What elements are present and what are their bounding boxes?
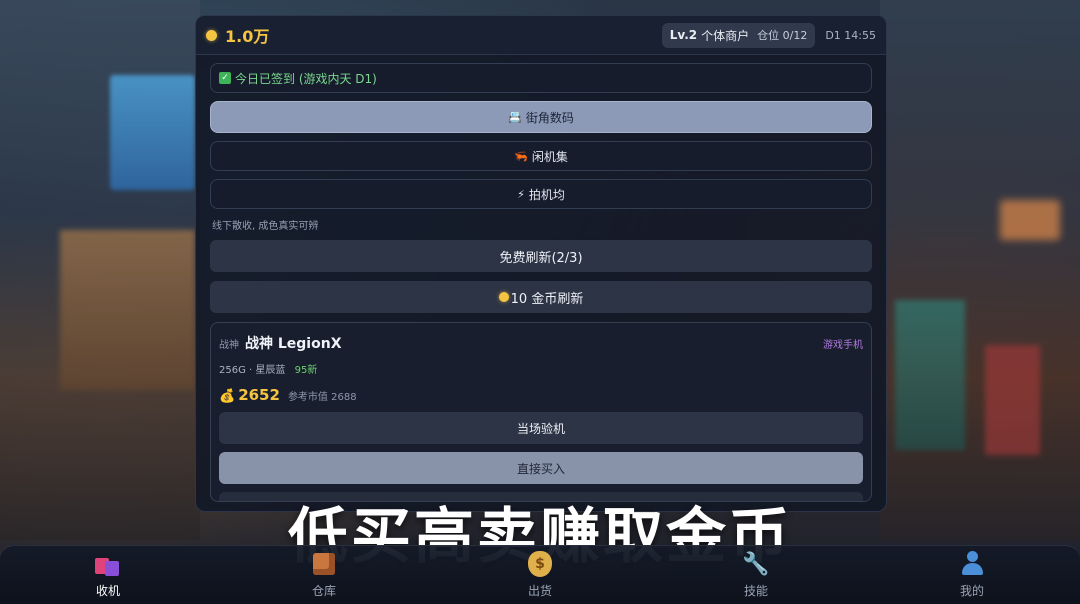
item-card: 战神 战神 LegionX 游戏手机 256G · 星辰蓝 95新 💰 2652… bbox=[210, 322, 872, 502]
paid-refresh-label: 10 金币刷新 bbox=[510, 291, 584, 307]
coin-icon bbox=[206, 29, 217, 41]
item-color: 星辰蓝 bbox=[255, 365, 286, 376]
item-name: 战神 LegionX bbox=[245, 336, 342, 352]
market-hint: 线下散收, 成色真实可辨 bbox=[212, 221, 319, 232]
nav-item-skills[interactable]: 🔧 技能 bbox=[648, 546, 864, 604]
paid-refresh-button[interactable]: 10 金币刷新 bbox=[210, 281, 872, 313]
checkin-text: 今日已签到 (游戏内天 D1) bbox=[235, 71, 377, 86]
checkin-banner: ✓ 今日已签到 (游戏内天 D1) bbox=[210, 63, 872, 93]
reference-price: 参考市值 2688 bbox=[287, 392, 357, 403]
nav-label: 出货 bbox=[527, 584, 552, 598]
bottom-nav: 收机 仓库 $ 出货 🔧 技能 我的 bbox=[0, 545, 1080, 604]
background-mailbox bbox=[985, 345, 1040, 455]
nav-item-profile[interactable]: 我的 bbox=[864, 546, 1080, 604]
level-badge: Lv.2 个体商户 仓位 0/12 bbox=[661, 22, 816, 48]
money-bag-icon: 💰 bbox=[219, 389, 236, 404]
free-refresh-button[interactable]: 免费刷新(2/3) bbox=[210, 240, 872, 272]
market-tab-label: 街角数码 bbox=[525, 110, 574, 125]
item-category: 游戏手机 bbox=[823, 339, 863, 351]
background-shop-window bbox=[60, 230, 195, 390]
market-tab-idle-market[interactable]: 🦐 闲机集 bbox=[210, 141, 872, 171]
warehouse-slots: 仓位 0/12 bbox=[757, 29, 808, 42]
item-brand: 战神 bbox=[219, 339, 239, 351]
money-bag-icon: $ bbox=[526, 550, 554, 578]
background-atm bbox=[895, 300, 965, 450]
market-tab-label: 闲机集 bbox=[531, 149, 568, 164]
nav-label: 我的 bbox=[959, 584, 984, 598]
inspect-button[interactable]: 当场验机 bbox=[219, 412, 863, 444]
background-lamp bbox=[1000, 200, 1060, 240]
package-icon bbox=[310, 550, 338, 578]
item-specs: 256G · 星辰蓝 95新 bbox=[219, 361, 863, 376]
coin-icon bbox=[498, 292, 509, 302]
nav-label: 仓库 bbox=[311, 584, 336, 598]
item-storage: 256G bbox=[219, 365, 246, 376]
nav-label: 技能 bbox=[743, 584, 768, 598]
user-icon bbox=[958, 550, 986, 578]
buy-button[interactable]: 直接买入 bbox=[219, 452, 863, 484]
level-label: Lv.2 bbox=[669, 28, 698, 42]
game-day-time: D1 14:55 bbox=[825, 28, 876, 42]
background-right-buildings bbox=[880, 0, 1080, 540]
card-index-icon: 📇 bbox=[508, 110, 522, 124]
status-header: 1.0万 Lv.2 个体商户 仓位 0/12 D1 14:55 bbox=[196, 16, 886, 55]
market-tab-label: 拍机均 bbox=[528, 187, 565, 202]
market-tab-auction[interactable]: ⚡ 拍机均 bbox=[210, 179, 872, 209]
lightning-icon: ⚡ bbox=[517, 187, 525, 201]
gold-balance: 1.0万 bbox=[225, 27, 270, 46]
nav-item-sell[interactable]: $ 出货 bbox=[432, 546, 648, 604]
market-tab-street-digital[interactable]: 📇 街角数码 bbox=[210, 101, 872, 133]
nav-label: 收机 bbox=[95, 584, 120, 598]
item-price: 2652 bbox=[238, 386, 280, 404]
item-condition: 95新 bbox=[294, 365, 318, 376]
nav-item-buy[interactable]: 收机 bbox=[0, 546, 216, 604]
background-neon-sign bbox=[110, 75, 195, 190]
shopping-bags-icon bbox=[94, 550, 122, 578]
check-icon: ✓ bbox=[219, 72, 231, 84]
nav-item-warehouse[interactable]: 仓库 bbox=[216, 546, 432, 604]
shrimp-icon: 🦐 bbox=[514, 149, 528, 163]
wrench-icon: 🔧 bbox=[742, 551, 770, 577]
market-panel: 1.0万 Lv.2 个体商户 仓位 0/12 D1 14:55 ✓ 今日已签到 … bbox=[195, 15, 887, 512]
rank-title: 个体商户 bbox=[701, 28, 750, 43]
